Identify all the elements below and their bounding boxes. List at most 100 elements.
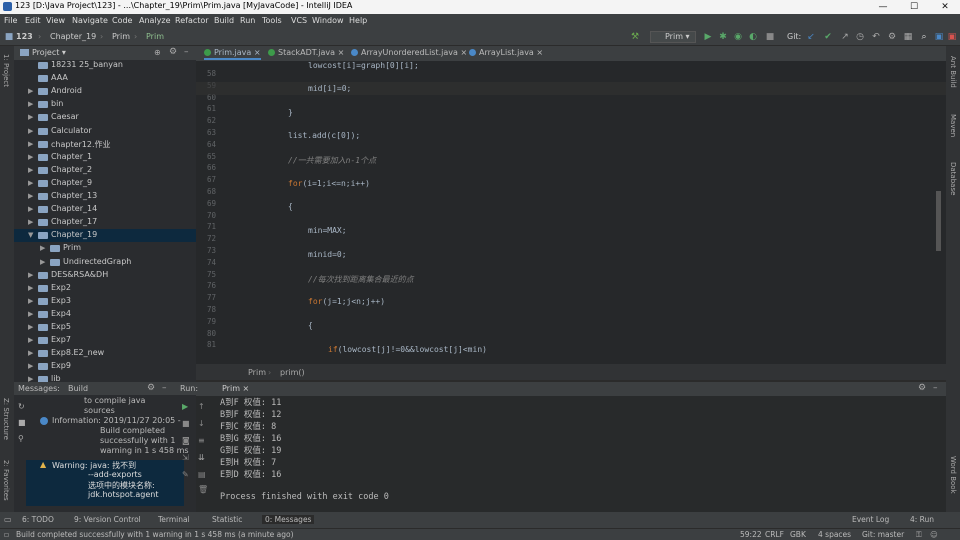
tree-item[interactable]: ▶ bin [14, 98, 196, 111]
menu-tools[interactable]: Tools [262, 16, 282, 25]
tree-item[interactable]: ▶ Calculator [14, 125, 196, 138]
profile-icon[interactable]: ◐ [748, 32, 758, 42]
rerun-icon[interactable]: ↻ [18, 402, 25, 411]
chevron-down-icon[interactable]: ▼ [28, 231, 33, 239]
run-tab[interactable]: 4: Run [910, 515, 934, 524]
restore-layout-icon[interactable]: ⇲ [182, 453, 189, 462]
tree-item[interactable]: ▶ Chapter_9 [14, 177, 196, 190]
word-book-tool-button[interactable]: Word Book [949, 456, 957, 494]
chevron-right-icon[interactable]: ▶ [28, 113, 33, 121]
chevron-right-icon[interactable]: ▶ [28, 127, 33, 135]
chevron-right-icon[interactable]: ▶ [28, 100, 33, 108]
settings-wrench-icon[interactable]: ⚙ [887, 32, 897, 42]
gear-icon[interactable]: ⚙ [918, 383, 926, 393]
todo-tab[interactable]: 6: TODO [22, 515, 54, 524]
tree-item[interactable]: ▶ Exp9 [14, 360, 196, 373]
code-line-71[interactable]: min=MAX; [308, 226, 347, 235]
chevron-right-icon[interactable]: ▶ [28, 349, 33, 357]
tree-item[interactable]: ▶ UndirectedGraph [14, 256, 196, 269]
chevron-right-icon[interactable]: ▶ [28, 310, 33, 318]
tree-item[interactable]: ▶ Android [14, 85, 196, 98]
hide-panel-icon[interactable]: – [162, 383, 167, 393]
chevron-right-icon[interactable]: ▶ [28, 192, 33, 200]
messages-build-tab[interactable]: Build [68, 384, 88, 393]
version-control-tab[interactable]: 9: Version Control [74, 515, 141, 524]
code-line-59[interactable]: mid[i]=0; [308, 84, 351, 93]
favorites-tool-button[interactable]: 2: Favorites [2, 460, 10, 501]
git-commit-icon[interactable]: ✔ [823, 32, 833, 42]
code-line-67[interactable]: for(i=1;i<=n;i++) [288, 179, 370, 188]
camera-icon[interactable]: ◙ [182, 436, 190, 445]
breadcrumb-package[interactable]: Prim [112, 32, 130, 41]
search-icon[interactable]: ⌕ [919, 32, 929, 42]
chevron-right-icon[interactable]: ▶ [28, 166, 33, 174]
menu-file[interactable]: File [4, 16, 17, 25]
minimize-button[interactable]: — [868, 0, 898, 14]
file-encoding[interactable]: GBK [790, 530, 806, 539]
tree-item[interactable]: ▶ Exp5 [14, 321, 196, 334]
chevron-right-icon[interactable]: ▶ [28, 205, 33, 213]
tree-item[interactable]: ▶ Exp7 [14, 334, 196, 347]
scroll-up-icon[interactable]: ↑ [198, 402, 205, 411]
code-line-69[interactable]: { [288, 202, 293, 211]
tree-item[interactable]: AAA [14, 72, 196, 85]
tree-item[interactable]: ▶ DES&RSA&DH [14, 269, 196, 282]
tab-arrayunorderedlist-java[interactable]: ArrayUnorderedList.java × [351, 48, 467, 60]
breadcrumb-class[interactable]: Prim [146, 32, 164, 41]
pin-icon[interactable]: ✎ [182, 470, 189, 479]
breadcrumb-class[interactable]: Prim [248, 368, 266, 377]
inspector-icon[interactable]: ☺ [930, 530, 938, 539]
rollback-icon[interactable]: ↶ [871, 32, 881, 42]
git-branch[interactable]: Git: master [862, 530, 904, 539]
chevron-right-icon[interactable]: ▶ [28, 271, 33, 279]
close-button[interactable]: ✕ [930, 0, 960, 14]
chevron-right-icon[interactable]: ▶ [40, 258, 45, 266]
menu-run[interactable]: Run [240, 16, 255, 25]
breadcrumb-chapter[interactable]: Chapter_19 [50, 32, 96, 41]
chevron-right-icon[interactable]: ▶ [28, 218, 33, 226]
tree-item[interactable]: ▶ Exp2 [14, 282, 196, 295]
tree-item[interactable]: ▶ Exp8.E2_new [14, 347, 196, 360]
tree-item[interactable]: ▶ Chapter_2 [14, 164, 196, 177]
ant-build-tool-button[interactable]: Ant Build [949, 56, 957, 88]
caret-position[interactable]: 59:22 [740, 530, 762, 539]
code-line-79[interactable]: { [308, 321, 313, 330]
tree-item[interactable]: ▼ Chapter_19 [14, 229, 196, 243]
chevron-right-icon[interactable]: ▶ [28, 362, 33, 370]
menu-analyze[interactable]: Analyze [139, 16, 171, 25]
tree-item[interactable]: ▶ Caesar [14, 111, 196, 124]
code-line-73[interactable]: minid=0; [308, 250, 347, 259]
breadcrumb-project[interactable]: 123 [16, 32, 33, 41]
menu-edit[interactable]: Edit [25, 16, 41, 25]
chevron-right-icon[interactable]: ▶ [40, 244, 45, 252]
filter-icon[interactable]: ⚲ [18, 434, 24, 443]
translate-icon[interactable]: ▣ [934, 32, 944, 42]
chevron-right-icon[interactable]: ▶ [28, 179, 33, 187]
menu-refactor[interactable]: Refactor [175, 16, 209, 25]
maximize-button[interactable]: ☐ [899, 0, 929, 14]
code-line-75[interactable]: //每次找到距离集合最近的点 [308, 274, 414, 285]
event-log-tab[interactable]: Event Log [852, 515, 889, 524]
tree-item[interactable]: ▶ Chapter_13 [14, 190, 196, 203]
toggle-panels-icon[interactable]: ▭ [4, 515, 12, 524]
gear-icon[interactable]: ⚙ [169, 47, 177, 57]
scroll-down-icon[interactable]: ↓ [198, 419, 205, 428]
terminal-tab[interactable]: Terminal [158, 515, 190, 524]
chevron-right-icon[interactable]: ▶ [28, 140, 33, 148]
history-icon[interactable]: ◷ [855, 32, 865, 42]
tab-arraylist-java[interactable]: ArrayList.java × [469, 48, 543, 60]
git-compare-icon[interactable]: ↗ [840, 32, 850, 42]
scroll-end-icon[interactable]: ⇊ [198, 453, 205, 462]
menu-help[interactable]: Help [349, 16, 367, 25]
trash-icon[interactable]: 🗑 [198, 485, 208, 494]
soft-wrap-icon[interactable]: ≡ [198, 436, 205, 445]
hide-panel-icon[interactable]: – [933, 383, 938, 393]
code-line-77[interactable]: for(j=1;j<n;j++) [308, 297, 385, 306]
editor-scrollbar[interactable] [936, 191, 941, 251]
project-view-select[interactable]: Project ▾ [32, 48, 66, 57]
line-separator[interactable]: CRLF [765, 530, 784, 539]
message-line[interactable]: Information: 2019/11/27 20:05 - [52, 416, 181, 425]
breadcrumb-method[interactable]: prim() [280, 368, 305, 377]
tab-stackadt-java[interactable]: StackADT.java × [268, 48, 344, 60]
code-line-63[interactable]: list.add(c[0]); [288, 131, 360, 140]
